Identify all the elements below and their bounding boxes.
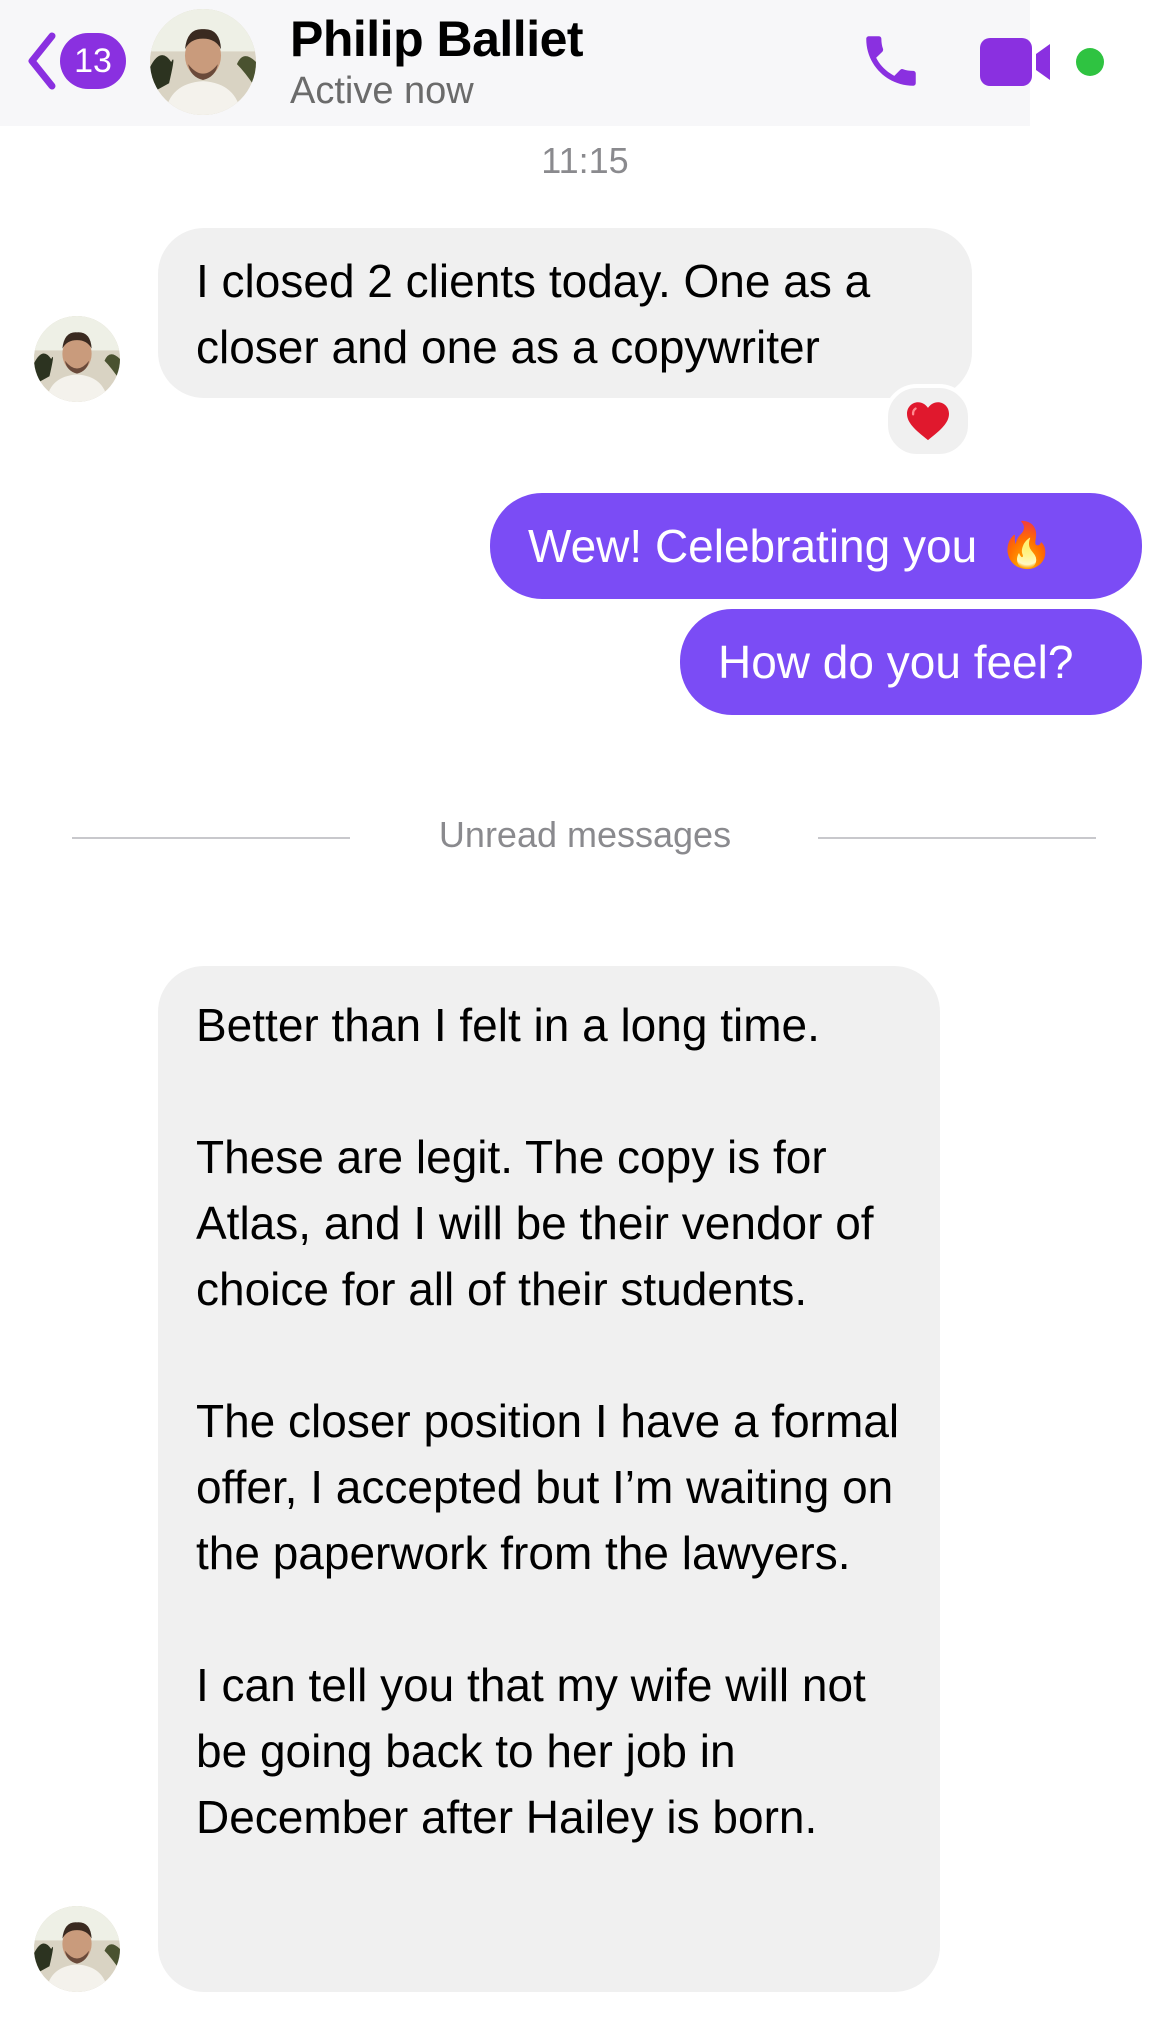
message-line: I closed 2 clients today. One as a (196, 255, 871, 307)
message-paragraph: These are legit. The copy is for Atlas, … (196, 1131, 874, 1315)
fire-emoji: 🔥 (999, 520, 1054, 571)
phone-icon[interactable] (858, 28, 924, 94)
sender-avatar[interactable] (34, 1906, 120, 1992)
message-line: closer and one as a copywriter (196, 321, 820, 373)
outgoing-message[interactable]: Wew! Celebrating you 🔥 (490, 493, 1142, 599)
sender-avatar[interactable] (34, 316, 120, 402)
presence-status: Active now (290, 70, 474, 112)
unread-count-badge: 13 (60, 33, 126, 89)
unread-messages-divider: Unread messages (438, 814, 732, 855)
divider-line (818, 837, 1096, 839)
chevron-left-icon (28, 32, 56, 90)
incoming-message[interactable]: Better than I felt in a long time. These… (158, 966, 940, 1992)
message-text: How do you feel? (718, 636, 1074, 688)
contact-avatar[interactable] (150, 9, 256, 115)
contact-name: Philip Balliet (290, 11, 584, 67)
back-button[interactable]: 13 (24, 30, 126, 92)
message-paragraph: I can tell you that my wife will not be … (196, 1659, 866, 1843)
avatar-photo (150, 9, 256, 115)
avatar-photo (34, 316, 120, 402)
incoming-message[interactable]: I closed 2 clients today. One as a close… (158, 228, 972, 398)
online-indicator (1076, 48, 1104, 76)
message-text: Wew! Celebrating you (528, 520, 978, 572)
outgoing-message[interactable]: How do you feel? (680, 609, 1142, 715)
video-camera-icon[interactable] (980, 36, 1062, 88)
message-paragraph: The closer position I have a formal offe… (196, 1395, 900, 1579)
heart-reaction[interactable] (884, 384, 972, 458)
avatar-photo (34, 1906, 120, 1992)
message-paragraph: Better than I felt in a long time. (196, 999, 820, 1051)
heart-icon (907, 402, 949, 441)
chat-header: 13 Philip Balliet Active now (0, 0, 1050, 126)
message-timestamp: 11:15 (541, 140, 629, 181)
